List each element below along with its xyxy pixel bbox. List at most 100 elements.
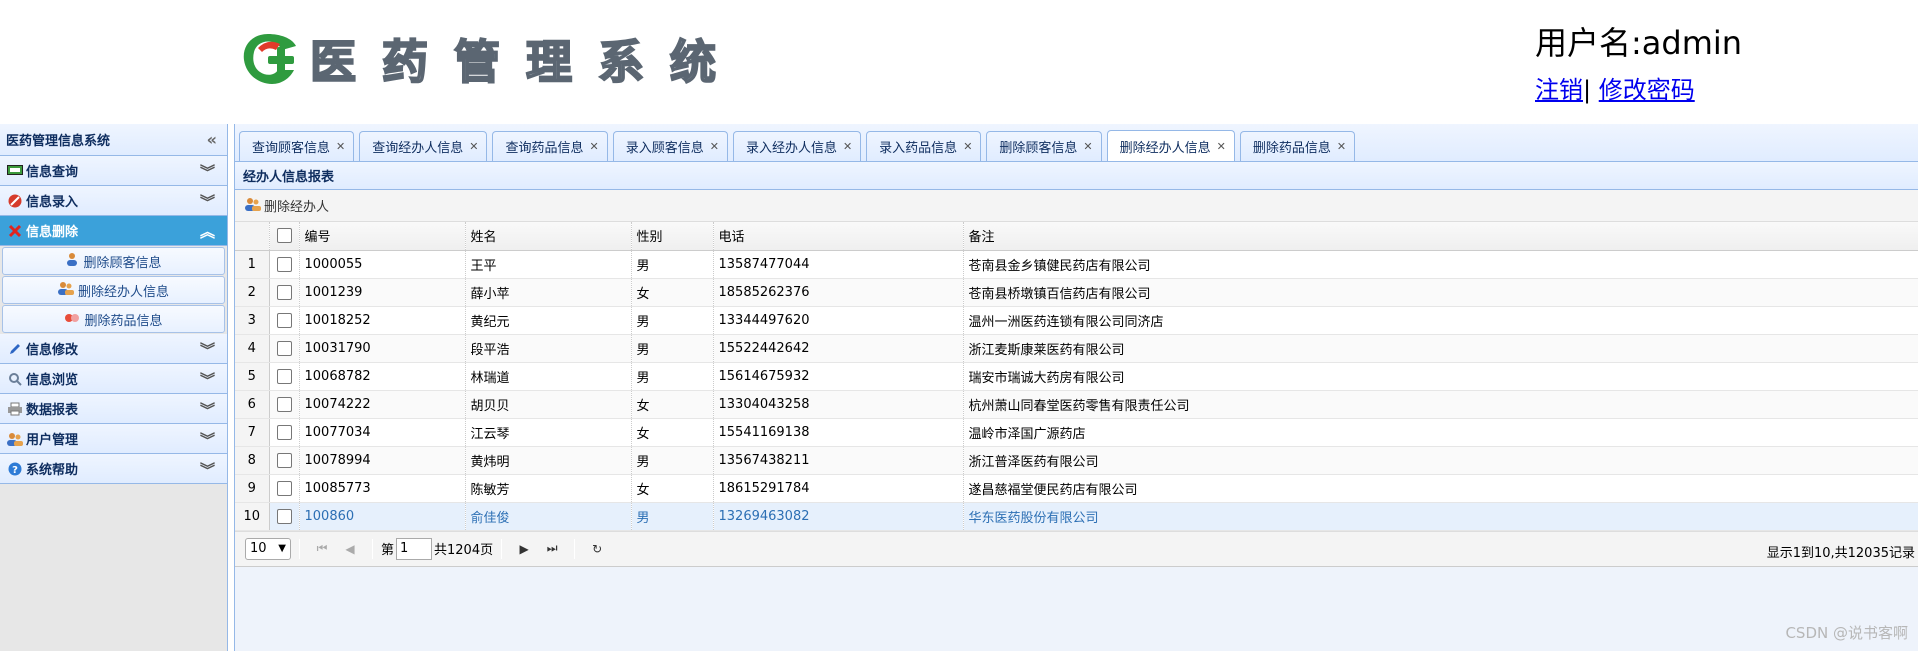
chevron-down-icon: ︾ xyxy=(199,163,215,181)
close-icon[interactable]: ✕ xyxy=(589,140,598,153)
collapse-sidebar-icon[interactable]: « xyxy=(207,130,217,149)
tab-entry-agent[interactable]: 录入经办人信息 ✕ xyxy=(732,131,862,161)
sidebar-item-delete-customer[interactable]: 删除顾客信息 xyxy=(2,247,225,275)
row-checkbox[interactable] xyxy=(269,334,300,363)
close-icon[interactable]: ✕ xyxy=(710,140,719,153)
column-header-note[interactable]: 备注 xyxy=(963,222,1918,251)
tab-query-agent[interactable]: 查询经办人信息 ✕ xyxy=(359,131,488,161)
table-row[interactable]: 7 10077034 江云琴 女 15541169138 温岭市泽国广源药店 xyxy=(235,418,1918,447)
sidebar-section-delete[interactable]: 信息删除 ︽ xyxy=(0,216,227,246)
tab-delete-agent[interactable]: 删除经办人信息 ✕ xyxy=(1106,130,1235,161)
table-row[interactable]: 1 1000055 王平 男 13587477044 苍南县金乡镇健民药店有限公… xyxy=(235,250,1918,279)
red-x-icon xyxy=(6,222,24,240)
close-icon[interactable]: ✕ xyxy=(843,140,852,153)
close-icon[interactable]: ✕ xyxy=(1083,140,1092,153)
table-row[interactable]: 6 10074222 胡贝贝 女 13304043258 杭州萧山同春堂医药零售… xyxy=(235,390,1918,419)
row-checkbox[interactable] xyxy=(269,362,300,391)
cell-phone: 13344497620 xyxy=(713,306,964,335)
tab-delete-drug[interactable]: 删除药品信息 ✕ xyxy=(1239,131,1356,161)
column-header-name[interactable]: 姓名 xyxy=(465,222,632,251)
column-header-sex[interactable]: 性别 xyxy=(631,222,714,251)
column-header-phone[interactable]: 电话 xyxy=(713,222,964,251)
table-row[interactable]: 8 10078994 黄炜明 男 13567438211 浙江普泽医药有限公司 xyxy=(235,446,1918,475)
column-header-id[interactable]: 编号 xyxy=(299,222,466,251)
row-checkbox[interactable] xyxy=(269,278,300,307)
pager-separator xyxy=(299,538,300,559)
link-separator: | xyxy=(1583,76,1592,104)
close-icon[interactable]: ✕ xyxy=(469,140,478,153)
tab-query-customer[interactable]: 查询顾客信息 ✕ xyxy=(239,131,355,161)
logout-link[interactable]: 注销 xyxy=(1535,76,1583,104)
tab-entry-drug[interactable]: 录入药品信息 ✕ xyxy=(866,131,982,161)
sidebar-item-delete-drug[interactable]: 删除药品信息 xyxy=(2,305,225,333)
pagination-bar: 10 ▼ ⏮ ◀ 第 1 共1204页 ▶ ⏭ ↻ 显示1到10,共12035记… xyxy=(235,530,1918,567)
chevron-down-icon: ︾ xyxy=(199,341,215,359)
row-checkbox[interactable] xyxy=(269,390,300,419)
tab-label: 查询药品信息 xyxy=(505,141,584,156)
table-row[interactable]: 4 10031790 段平浩 男 15522442642 浙江麦斯康莱医药有限公… xyxy=(235,334,1918,363)
row-checkbox[interactable] xyxy=(269,502,300,531)
panel-title: 经办人信息报表 xyxy=(235,162,1918,190)
select-all-checkbox[interactable] xyxy=(269,222,300,251)
monitor-icon xyxy=(6,162,24,180)
sidebar-section-help[interactable]: ? 系统帮助 ︾ xyxy=(0,454,227,484)
chevron-down-icon: ︾ xyxy=(199,193,215,211)
next-page-icon[interactable]: ▶ xyxy=(514,539,534,559)
sidebar-item-delete-agent[interactable]: 删除经办人信息 xyxy=(2,276,225,304)
last-page-icon[interactable]: ⏭ xyxy=(542,539,562,559)
cell-note: 温州一洲医药连锁有限公司同济店 xyxy=(963,306,1918,335)
close-icon[interactable]: ✕ xyxy=(1217,140,1226,153)
cell-sex: 女 xyxy=(631,474,714,503)
app-header: 医药管理系统 用户名:admin 注销| 修改密码 xyxy=(0,0,1918,124)
refresh-icon[interactable]: ↻ xyxy=(587,539,607,559)
first-page-icon[interactable]: ⏮ xyxy=(312,539,332,559)
cell-name: 江云琴 xyxy=(465,418,632,447)
cell-sex: 男 xyxy=(631,306,714,335)
row-number: 9 xyxy=(235,474,270,503)
close-icon[interactable]: ✕ xyxy=(1337,140,1346,153)
sidebar-section-users[interactable]: 用户管理 ︾ xyxy=(0,424,227,454)
change-password-link[interactable]: 修改密码 xyxy=(1599,76,1695,104)
tab-entry-customer[interactable]: 录入顾客信息 ✕ xyxy=(612,131,728,161)
sidebar-section-browse[interactable]: 信息浏览 ︾ xyxy=(0,364,227,394)
table-row[interactable]: 2 1001239 薛小苹 女 18585262376 苍南县桥墩镇百信药店有限… xyxy=(235,278,1918,307)
table-row[interactable]: 3 10018252 黄纪元 男 13344497620 温州一洲医药连锁有限公… xyxy=(235,306,1918,335)
cell-phone: 15541169138 xyxy=(713,418,964,447)
printer-icon xyxy=(6,400,24,418)
close-icon[interactable]: ✕ xyxy=(963,140,972,153)
sidebar-section-label: 用户管理 xyxy=(26,433,79,448)
sidebar-section-query[interactable]: 信息查询 ︾ xyxy=(0,156,227,186)
page-size-value: 10 xyxy=(250,541,267,556)
tab-delete-customer[interactable]: 删除顾客信息 ✕ xyxy=(986,131,1102,161)
page-size-select[interactable]: 10 ▼ xyxy=(245,537,291,560)
sidebar-title-label: 医药管理信息系统 xyxy=(6,134,111,149)
page-prefix: 第 xyxy=(381,543,395,558)
table-row[interactable]: 10 100860 俞佳俊 男 13269463082 华东医药股份有限公司 xyxy=(235,502,1918,531)
tab-label: 录入顾客信息 xyxy=(625,141,704,156)
row-checkbox[interactable] xyxy=(269,418,300,447)
cell-phone: 13567438211 xyxy=(713,446,964,475)
close-icon[interactable]: ✕ xyxy=(336,140,345,153)
sidebar-section-label: 信息浏览 xyxy=(26,373,79,388)
sidebar-section-entry[interactable]: 信息录入 ︾ xyxy=(0,186,227,216)
row-checkbox[interactable] xyxy=(269,474,300,503)
sidebar-section-report[interactable]: 数据报表 ︾ xyxy=(0,394,227,424)
table-row[interactable]: 5 10068782 林瑞道 男 15614675932 瑞安市瑞诚大药房有限公… xyxy=(235,362,1918,391)
page-number-input[interactable]: 1 xyxy=(396,537,433,560)
agent-table: 编号 姓名 性别 电话 备注 1 1000055 王平 男 1358747704… xyxy=(235,222,1918,531)
cell-id: 10077034 xyxy=(299,418,466,447)
table-row[interactable]: 9 10085773 陈敏芳 女 18615291784 遂昌慈福堂便民药店有限… xyxy=(235,474,1918,503)
tab-label: 删除经办人信息 xyxy=(1119,140,1211,156)
row-checkbox[interactable] xyxy=(269,306,300,335)
page-total: 共1204页 xyxy=(434,543,494,558)
cell-phone: 15614675932 xyxy=(713,362,964,391)
cell-note: 华东医药股份有限公司 xyxy=(963,502,1918,531)
delete-agent-button[interactable]: 删除经办人 xyxy=(245,196,329,215)
row-checkbox[interactable] xyxy=(269,446,300,475)
cell-sex: 男 xyxy=(631,502,714,531)
row-checkbox[interactable] xyxy=(269,250,300,279)
users-icon xyxy=(245,197,261,215)
sidebar-section-modify[interactable]: 信息修改 ︾ xyxy=(0,334,227,364)
prev-page-icon[interactable]: ◀ xyxy=(340,539,360,559)
tab-query-drug[interactable]: 查询药品信息 ✕ xyxy=(492,131,608,161)
